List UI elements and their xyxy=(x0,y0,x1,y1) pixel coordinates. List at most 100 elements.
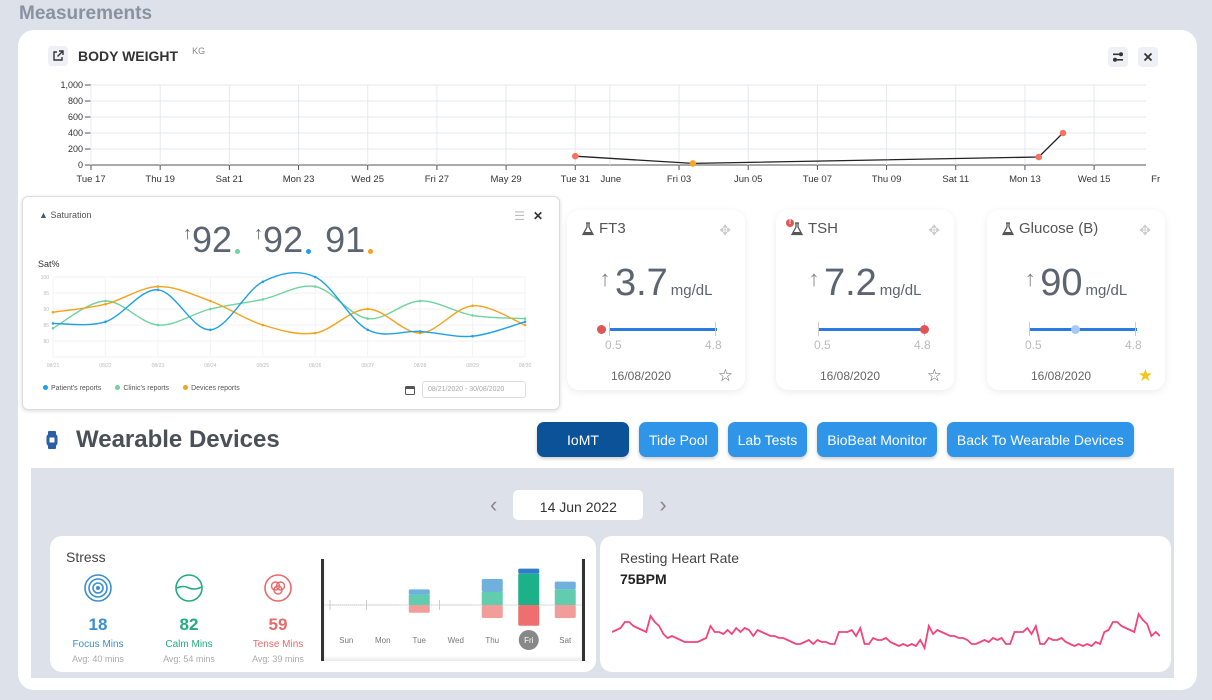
tense-label: Tense Mins xyxy=(252,639,304,650)
move-icon[interactable]: ✥ xyxy=(928,222,940,239)
series-point xyxy=(261,323,265,327)
legend-label: Patient's reports xyxy=(51,385,102,392)
series-point xyxy=(104,299,107,303)
weight-point xyxy=(689,160,697,167)
lab-card-ft3[interactable]: FT3 ✥ ↑ 3.7 mg/dL 0.5 4.8 16/08/2020 ☆ xyxy=(567,210,745,390)
external-link-icon[interactable] xyxy=(48,46,68,66)
body-weight-tools xyxy=(1108,47,1158,67)
weight-point xyxy=(1059,129,1067,137)
saturation-y-label: Sat% xyxy=(38,259,60,269)
x-tick-label: Wed 25 xyxy=(351,174,384,185)
calm-bar xyxy=(481,592,503,605)
series-point xyxy=(51,322,55,325)
x-tick-label: Tue 07 xyxy=(803,174,832,185)
calendar-icon[interactable] xyxy=(405,385,415,395)
move-icon[interactable]: ✥ xyxy=(719,222,731,239)
close-icon[interactable] xyxy=(1138,47,1158,67)
series-point xyxy=(366,317,369,320)
lab-range-bar xyxy=(814,322,929,336)
y-tick-label: 0 xyxy=(78,160,83,170)
chevron-right-icon[interactable]: › xyxy=(659,492,666,518)
series-point xyxy=(418,330,422,333)
star-icon[interactable]: ☆ xyxy=(927,366,942,386)
tense-bar xyxy=(518,605,540,626)
lab-name: Glucose (B) xyxy=(1019,220,1099,237)
sliders-icon[interactable] xyxy=(1108,47,1128,67)
lab-unit: mg/dL xyxy=(1085,282,1128,299)
series-point xyxy=(261,298,265,301)
series-point xyxy=(156,288,160,292)
button-iomt[interactable]: IoMT xyxy=(537,422,629,457)
calm-bar xyxy=(408,594,430,605)
button-tide-pool[interactable]: Tide Pool xyxy=(639,422,718,457)
date-range-input[interactable]: 08/21/2020 - 30/08/2020 xyxy=(422,381,526,398)
tense-avg: Avg: 39 mins xyxy=(252,654,304,664)
range-marker xyxy=(1071,325,1080,334)
calm-avg: Avg: 54 mins xyxy=(163,654,215,664)
stress-tense: 59 Tense Mins Avg: 39 mins xyxy=(233,574,323,664)
range-marker xyxy=(597,325,606,334)
range-marker xyxy=(920,325,929,334)
tense-bar xyxy=(554,605,576,618)
button-back-to-wearable-devices[interactable]: Back To Wearable Devices xyxy=(946,422,1134,457)
x-tick-label: Jun 05 xyxy=(734,174,763,185)
close-icon[interactable]: ✕ xyxy=(533,209,543,223)
lab-max: 4.8 xyxy=(914,338,931,352)
lungs-icon: ▲ xyxy=(39,210,48,220)
series-point xyxy=(104,320,107,324)
legend-item[interactable]: Clinic's reports xyxy=(115,385,169,392)
series-point xyxy=(209,328,212,332)
day-label: Tue xyxy=(413,636,427,645)
y-tick-label: 85 xyxy=(43,323,49,329)
move-icon[interactable]: ✥ xyxy=(1139,222,1151,239)
menu-icon[interactable]: ☰ xyxy=(514,209,525,223)
x-tick-label: 08/29 xyxy=(466,363,479,369)
saturation-value: ↑92 xyxy=(183,219,241,261)
flask-icon xyxy=(1001,221,1015,236)
calm-bar xyxy=(554,589,576,605)
heart-rate-title: Resting Heart Rate xyxy=(620,550,740,566)
chevron-left-icon[interactable]: ‹ xyxy=(490,492,497,518)
heart-rate-value: 75BPM xyxy=(620,571,667,587)
lab-title: ! TSH xyxy=(786,218,838,237)
date-display[interactable]: 14 Jun 2022 xyxy=(513,490,644,520)
legend-item[interactable]: Patient's reports xyxy=(43,385,101,392)
series-point xyxy=(51,310,55,314)
stress-focus: 18 Focus Mins Avg: 40 mins xyxy=(53,574,143,664)
x-tick-label: Tue 31 xyxy=(561,174,590,185)
star-icon[interactable]: ★ xyxy=(1138,366,1153,386)
x-tick-label: Sat 11 xyxy=(942,174,969,185)
heart-rate-chart xyxy=(612,611,1160,651)
lab-max: 4.8 xyxy=(1125,338,1142,352)
dot-indicator xyxy=(235,249,241,254)
wearables-title: Wearable Devices xyxy=(76,426,280,453)
lab-date: 16/08/2020 xyxy=(1031,369,1092,383)
dot-indicator xyxy=(368,249,374,254)
body-weight-chart: 0 200 400 600 800 1,000 Tue 17 Thu 19 Sat 21 Mon … xyxy=(60,80,1160,185)
lab-title: Glucose (B) xyxy=(1001,220,1098,237)
button-lab-tests[interactable]: Lab Tests xyxy=(727,422,808,457)
y-tick-label: 600 xyxy=(68,112,83,122)
series-point xyxy=(366,328,369,332)
star-icon[interactable]: ☆ xyxy=(718,366,733,386)
tense-circles-icon xyxy=(264,574,292,602)
series-point xyxy=(261,280,265,284)
x-tick-label: 08/28 xyxy=(414,363,427,369)
series-line xyxy=(52,285,526,329)
button-biobeat-monitor[interactable]: BioBeat Monitor xyxy=(817,422,937,457)
wearables-buttons: IoMT Tide Pool Lab Tests BioBeat Monitor Bac… xyxy=(537,422,1134,457)
dot-indicator xyxy=(306,249,312,254)
saturation-values: ↑92 ↑92 91 xyxy=(183,219,374,261)
series-point xyxy=(523,320,527,324)
arrow-up-icon: ↑ xyxy=(1024,266,1036,291)
x-tick-label: Thu 09 xyxy=(872,174,902,185)
saturation-date-picker: 08/21/2020 - 30/08/2020 xyxy=(405,381,526,398)
range-line xyxy=(818,328,926,331)
y-tick-label: 400 xyxy=(68,128,83,138)
legend-item[interactable]: Devices reports xyxy=(183,385,240,392)
lab-card-tsh[interactable]: ! TSH ✥ ↑ 7.2 mg/dL 0.5 4.8 16/08/2020 ☆ xyxy=(776,210,954,390)
lab-value-number: 90 xyxy=(1040,262,1083,304)
focus-bar xyxy=(408,589,430,595)
lab-card-glucose-b[interactable]: Glucose (B) ✥ ↑ 90 mg/dL 0.5 4.8 16/08/20… xyxy=(987,210,1165,390)
lab-max: 4.8 xyxy=(705,338,722,352)
